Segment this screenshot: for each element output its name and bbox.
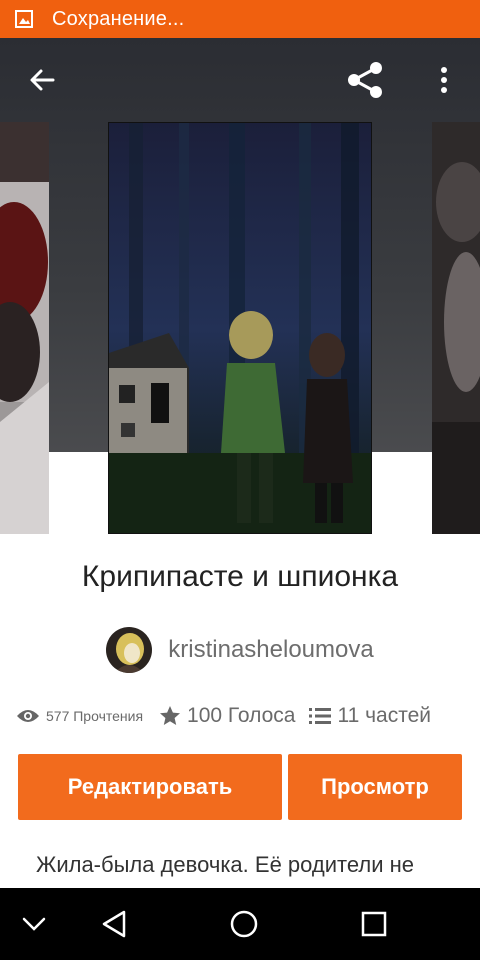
chevron-down-icon[interactable]: [4, 888, 64, 960]
view-button[interactable]: Просмотр: [288, 754, 462, 820]
star-icon: [160, 706, 181, 725]
arrow-back-icon[interactable]: [14, 38, 70, 122]
recent-square-icon[interactable]: [344, 888, 404, 960]
eye-icon: [17, 710, 39, 722]
system-nav-bar: [0, 888, 480, 960]
story-cover[interactable]: [108, 122, 372, 534]
back-triangle-icon[interactable]: [84, 888, 144, 960]
edit-button[interactable]: Редактировать: [18, 754, 282, 820]
top-toolbar: [0, 38, 480, 122]
cover-previous[interactable]: [0, 122, 49, 534]
parts-stat: 11 частей: [309, 704, 431, 728]
author-row[interactable]: kristinasheloumova: [0, 626, 480, 674]
author-name[interactable]: kristinasheloumova: [168, 636, 373, 664]
image-icon: [14, 9, 34, 29]
more-vert-icon[interactable]: [416, 38, 472, 122]
avatar[interactable]: [106, 627, 153, 673]
status-text: Сохранение...: [52, 7, 185, 30]
home-circle-icon[interactable]: [214, 888, 274, 960]
reads-label: 577 Прочтения: [46, 708, 144, 724]
story-title: Крипипасте и шпионка: [81, 560, 399, 593]
story-description: Жила-была девочка. Её родители не: [36, 852, 414, 877]
reads-stat: 577 Прочтения: [16, 708, 143, 724]
cover-next[interactable]: [432, 122, 480, 534]
share-icon[interactable]: [338, 38, 394, 122]
status-bar: Сохранение...: [0, 0, 480, 38]
list-icon: [309, 708, 332, 724]
votes-label: 100 Голоса: [187, 704, 296, 727]
parts-label: 11 частей: [337, 704, 431, 727]
votes-stat: 100 Голоса: [159, 704, 295, 728]
stats-row: 577 Прочтения 100 Голоса 11 частей: [16, 698, 476, 734]
